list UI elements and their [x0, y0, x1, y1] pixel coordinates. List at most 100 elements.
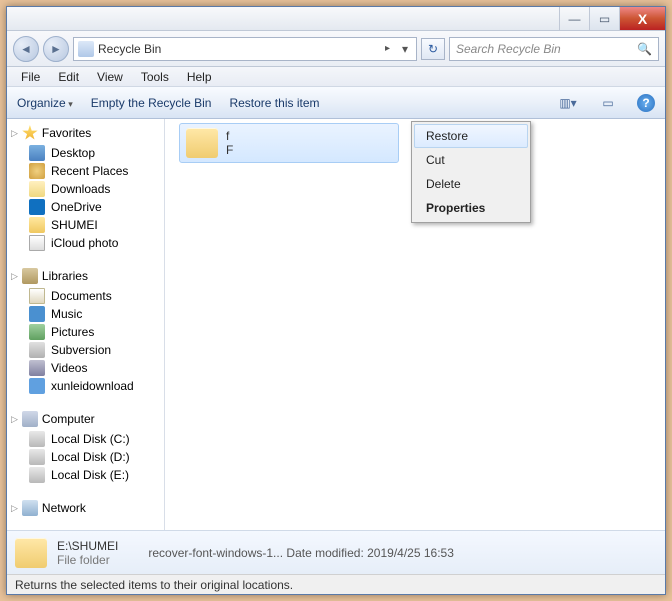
sidebar-item[interactable]: Local Disk (E:)	[7, 466, 164, 484]
sidebar-item[interactable]: Desktop	[7, 144, 164, 162]
statusbar: Returns the selected items to their orig…	[7, 574, 665, 594]
empty-recyclebin-button[interactable]: Empty the Recycle Bin	[91, 96, 212, 110]
minimize-button[interactable]: —	[559, 7, 589, 30]
ic-disk-icon	[29, 467, 45, 483]
sidebar-item-label: Music	[51, 307, 82, 321]
ic-sub-icon	[29, 342, 45, 358]
folder-icon	[15, 538, 47, 568]
details-modified-value: 2019/4/25 16:53	[367, 546, 454, 560]
network-label: Network	[42, 501, 86, 515]
toolbar: Organize Empty the Recycle Bin Restore t…	[7, 87, 665, 119]
sidebar-item[interactable]: Documents	[7, 287, 164, 305]
ic-folder-icon	[29, 217, 45, 233]
sidebar-item-label: Desktop	[51, 146, 95, 160]
sidebar-item-label: Subversion	[51, 343, 111, 357]
ic-photo-icon	[29, 235, 45, 251]
sidebar-item[interactable]: Local Disk (C:)	[7, 430, 164, 448]
computer-icon	[22, 411, 38, 427]
sidebar-item-label: Local Disk (E:)	[51, 468, 129, 482]
sidebar-item[interactable]: iCloud photo	[7, 234, 164, 252]
ic-cloud-icon	[29, 199, 45, 215]
search-icon[interactable]: 🔍	[637, 42, 652, 56]
navbar: ◄ ► Recycle Bin ▸ ▾ ↻ Search Recycle Bin…	[7, 31, 665, 67]
preview-pane-button[interactable]: ▭	[597, 93, 619, 113]
menu-view[interactable]: View	[89, 68, 131, 86]
context-menu: Restore Cut Delete Properties	[411, 121, 531, 223]
search-input[interactable]: Search Recycle Bin 🔍	[449, 37, 659, 61]
computer-group[interactable]: ▷ Computer	[7, 409, 164, 430]
libraries-label: Libraries	[42, 269, 88, 283]
file-item-selected[interactable]: f F	[179, 123, 399, 163]
favorites-group[interactable]: ▷ Favorites	[7, 123, 164, 144]
sidebar-item[interactable]: Pictures	[7, 323, 164, 341]
sidebar-item[interactable]: Local Disk (D:)	[7, 448, 164, 466]
ic-music-icon	[29, 306, 45, 322]
sidebar-item-label: Local Disk (D:)	[51, 450, 130, 464]
menu-edit[interactable]: Edit	[50, 68, 87, 86]
address-text: Recycle Bin	[98, 42, 377, 56]
view-options-button[interactable]: ▥▾	[557, 93, 579, 113]
computer-label: Computer	[42, 412, 95, 426]
sidebar-item[interactable]: xunleidownload	[7, 377, 164, 395]
close-button[interactable]: X	[619, 7, 665, 30]
search-placeholder: Search Recycle Bin	[456, 42, 561, 56]
file-list[interactable]: f F Restore Cut Delete Properties	[165, 119, 665, 530]
organize-button[interactable]: Organize	[17, 96, 73, 110]
sidebar-item-label: Videos	[51, 361, 87, 375]
forward-button[interactable]: ►	[43, 36, 69, 62]
sidebar-item-label: Local Disk (C:)	[51, 432, 130, 446]
breadcrumb-arrow[interactable]: ▸	[381, 43, 394, 54]
menu-file[interactable]: File	[13, 68, 48, 86]
sidebar-item[interactable]: OneDrive	[7, 198, 164, 216]
sidebar-item-label: Pictures	[51, 325, 94, 339]
sidebar-item-label: SHUMEI	[51, 218, 98, 232]
sidebar-item[interactable]: Music	[7, 305, 164, 323]
sidebar-item-label: Recent Places	[51, 164, 128, 178]
ic-down-icon	[29, 181, 45, 197]
sidebar-item[interactable]: SHUMEI	[7, 216, 164, 234]
help-button[interactable]: ?	[637, 94, 655, 112]
sidebar-item-label: iCloud photo	[51, 236, 118, 250]
sidebar-item[interactable]: Subversion	[7, 341, 164, 359]
context-cut[interactable]: Cut	[414, 148, 528, 172]
ic-doc-icon	[29, 288, 45, 304]
sidebar-item-label: xunleidownload	[51, 379, 134, 393]
details-modified-label: Date modified:	[286, 546, 363, 560]
ic-vid-icon	[29, 360, 45, 376]
ic-disk-icon	[29, 431, 45, 447]
sidebar-item[interactable]: Downloads	[7, 180, 164, 198]
ic-xun-icon	[29, 378, 45, 394]
sidebar-item[interactable]: Videos	[7, 359, 164, 377]
ic-desktop-icon	[29, 145, 45, 161]
sidebar-item-label: Downloads	[51, 182, 110, 196]
libraries-group[interactable]: ▷ Libraries	[7, 266, 164, 287]
address-bar[interactable]: Recycle Bin ▸ ▾	[73, 37, 417, 61]
details-path: E:\SHUMEI	[57, 539, 118, 553]
file-name: f F	[226, 129, 233, 157]
menu-help[interactable]: Help	[179, 68, 220, 86]
back-button[interactable]: ◄	[13, 36, 39, 62]
network-group[interactable]: ▷ Network	[7, 498, 164, 519]
sidebar: ▷ Favorites Desktop Recent Places Download…	[7, 119, 165, 530]
titlebar: — ▭ X	[7, 7, 665, 31]
context-restore[interactable]: Restore	[414, 124, 528, 148]
expand-icon: ▷	[11, 128, 18, 139]
context-delete[interactable]: Delete	[414, 172, 528, 196]
menubar: File Edit View Tools Help	[7, 67, 665, 87]
ic-pic-icon	[29, 324, 45, 340]
ic-recent-icon	[29, 163, 45, 179]
libraries-icon	[22, 268, 38, 284]
expand-icon: ▷	[11, 271, 18, 282]
sidebar-item[interactable]: Recent Places	[7, 162, 164, 180]
address-dropdown[interactable]: ▾	[398, 42, 412, 56]
restore-item-button[interactable]: Restore this item	[229, 96, 319, 110]
folder-icon	[186, 128, 218, 158]
context-properties[interactable]: Properties	[414, 196, 528, 220]
explorer-window: — ▭ X ◄ ► Recycle Bin ▸ ▾ ↻ Search Recyc…	[6, 6, 666, 595]
content-area: ▷ Favorites Desktop Recent Places Download…	[7, 119, 665, 530]
star-icon	[22, 125, 38, 141]
maximize-button[interactable]: ▭	[589, 7, 619, 30]
refresh-button[interactable]: ↻	[421, 38, 445, 60]
details-type: File folder	[57, 553, 118, 567]
menu-tools[interactable]: Tools	[133, 68, 177, 86]
